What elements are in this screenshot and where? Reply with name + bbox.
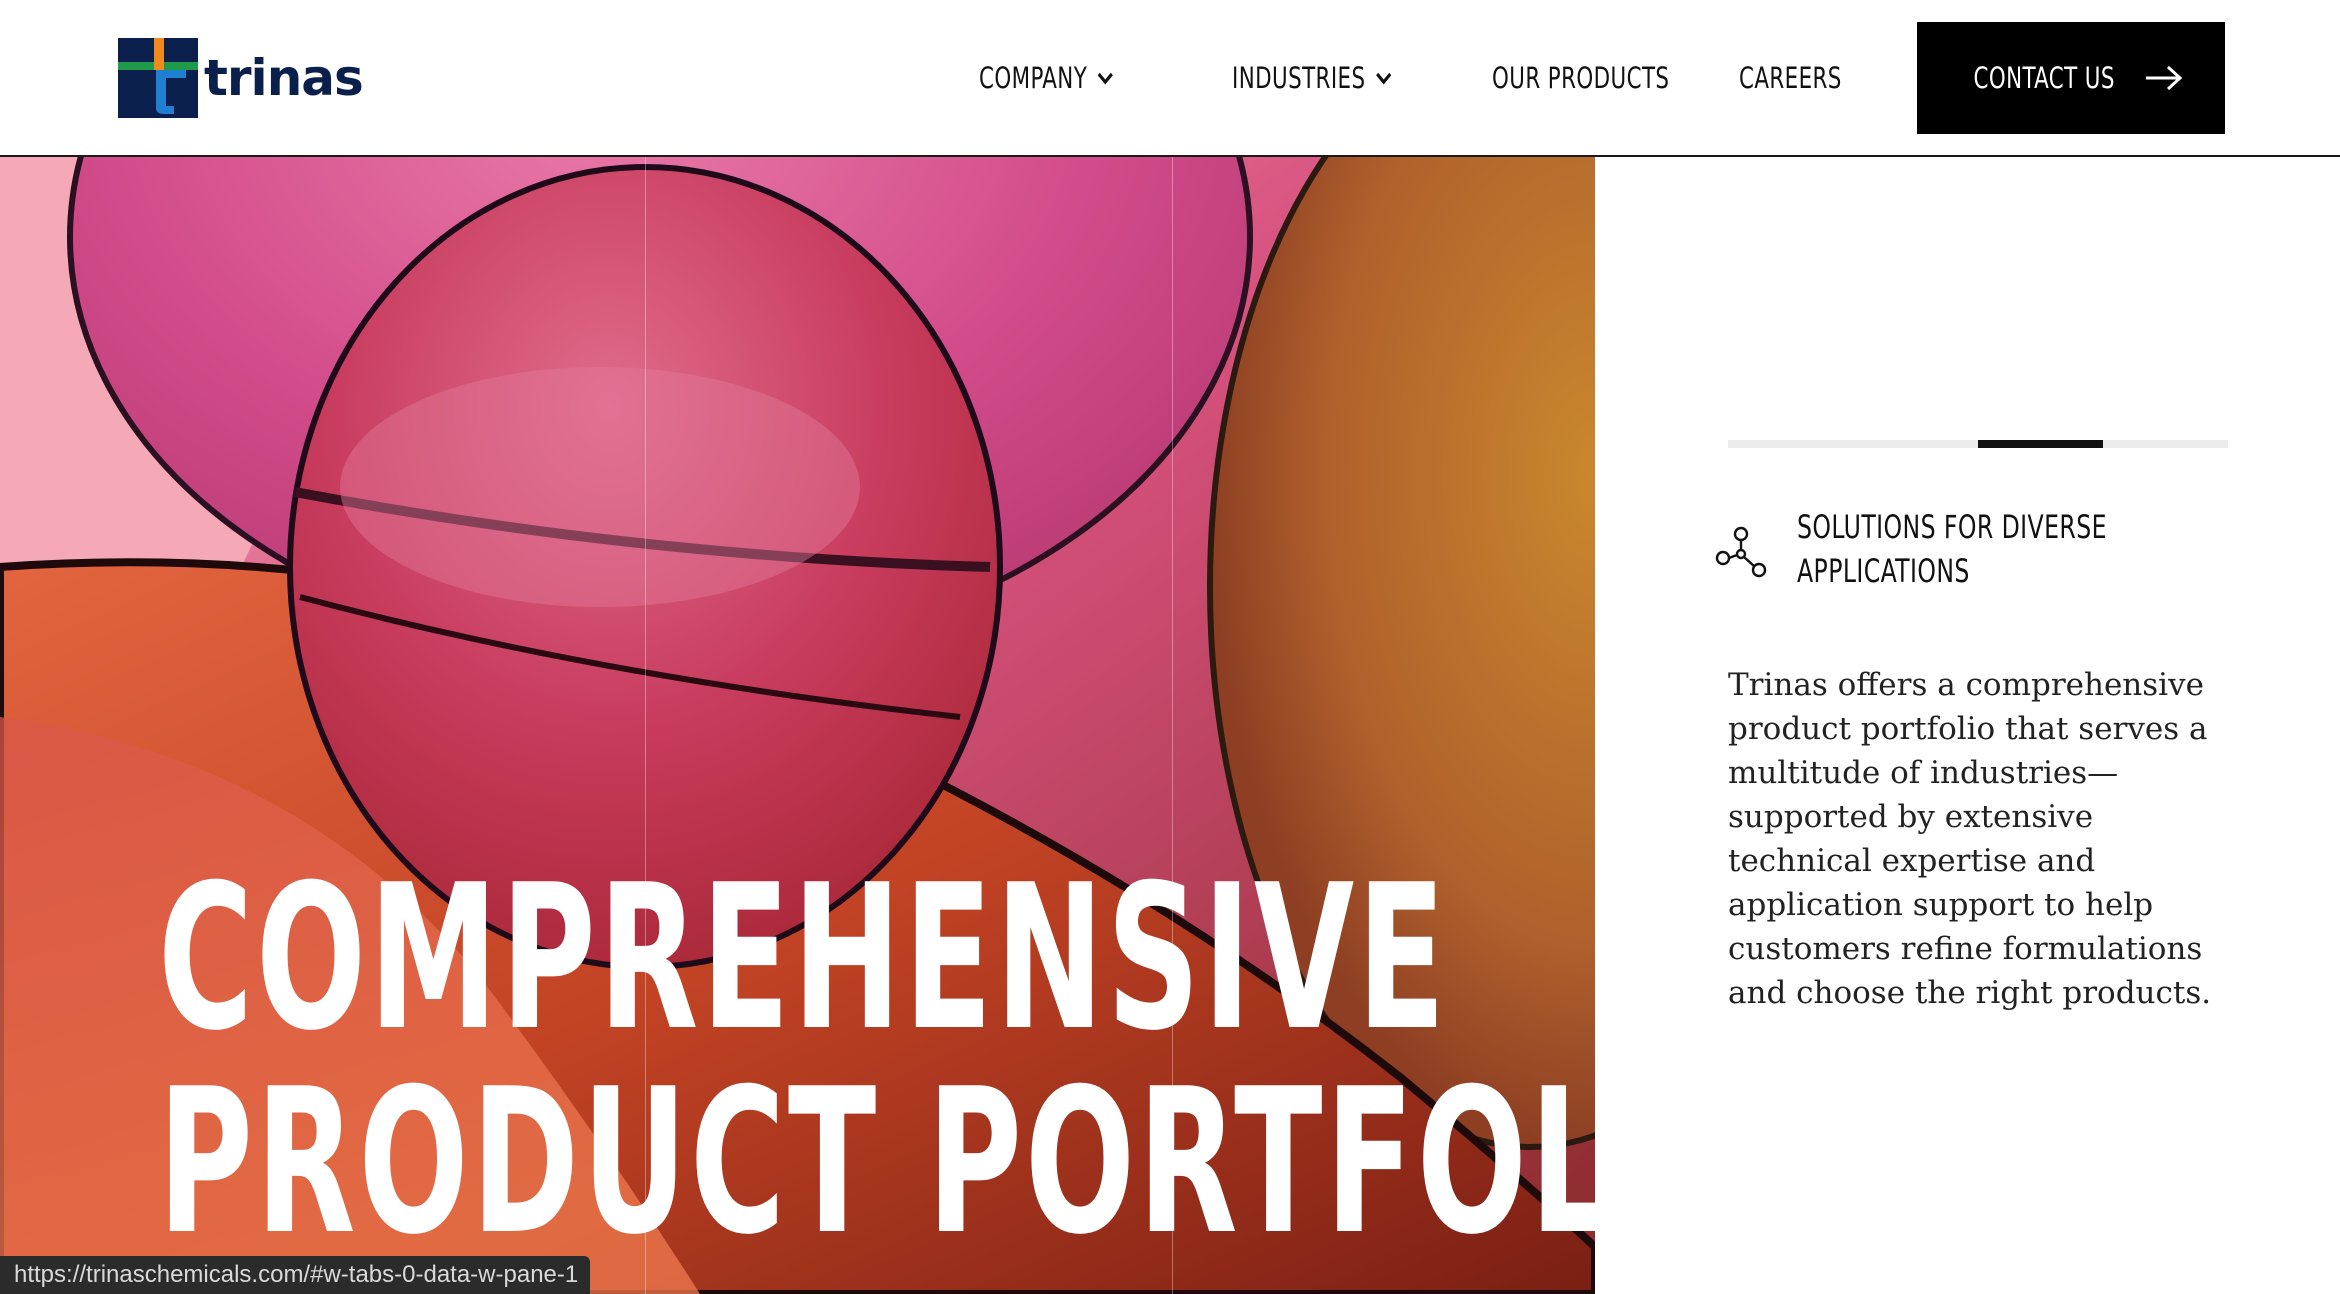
hero-title-line-2: PRODUCT PORTFOLIO [158, 1046, 1595, 1279]
nav-item-company[interactable]: COMPANY [979, 50, 1115, 106]
contact-us-label: CONTACT US [1973, 61, 2115, 95]
chevron-down-icon [1375, 72, 1392, 85]
hero-section: COMPREHENSIVE PRODUCT PORTFOLIO [0, 157, 1595, 1294]
feature-description: Trinas offers a comprehensive product po… [1728, 667, 2212, 1011]
nav-label-our-products: OUR PRODUCTS [1492, 61, 1670, 95]
status-bar-url: https://trinaschemicals.com/#w-tabs-0-da… [0, 1256, 591, 1294]
feature-title: SOLUTIONS FOR DIVERSE APPLICATIONS [1797, 508, 2107, 590]
contact-us-button[interactable]: CONTACT US [1917, 22, 2225, 134]
network-nodes-icon [1715, 526, 1767, 578]
brand-name: trinas [204, 49, 364, 107]
tab-progress-indicator [1728, 440, 2228, 448]
site-header: trinas COMPANY INDUSTRIES OUR PRODUCTS C… [0, 0, 2340, 157]
trinas-logo[interactable]: trinas [118, 38, 364, 118]
nav-label-careers: CAREERS [1739, 61, 1842, 95]
progress-segment[interactable] [1853, 440, 1978, 448]
trinas-logo-mark-icon [118, 38, 198, 118]
hero-title-line-1: COMPREHENSIVE [158, 842, 1449, 1075]
nav-item-careers[interactable]: CAREERS [1739, 50, 1842, 106]
arrow-right-icon [2146, 65, 2183, 91]
hero-title: COMPREHENSIVE PRODUCT PORTFOLIO [158, 857, 1595, 1265]
nav-label-industries: INDUSTRIES [1232, 61, 1366, 95]
chevron-down-icon [1097, 72, 1113, 85]
feature-panel: SOLUTIONS FOR DIVERSE APPLICATIONS Trina… [1595, 157, 2340, 1294]
nav-item-industries[interactable]: INDUSTRIES [1232, 50, 1393, 106]
nav-label-company: COMPANY [979, 61, 1088, 95]
nav-item-our-products[interactable]: OUR PRODUCTS [1492, 50, 1669, 106]
progress-segment[interactable] [1728, 440, 1853, 448]
progress-segment[interactable] [2103, 440, 2228, 448]
progress-segment-active[interactable] [1978, 440, 2103, 448]
